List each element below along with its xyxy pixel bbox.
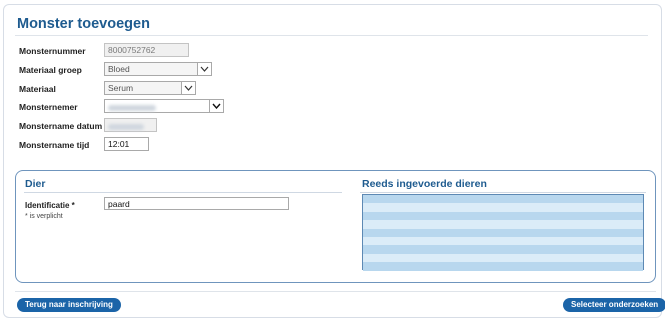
dieren-list-row[interactable] [363, 262, 643, 271]
terug-naar-inschrijving-button[interactable]: Terug naar inschrijving [17, 298, 121, 312]
reeds-ingevoerde-dieren-title: Reeds ingevoerde dieren [362, 178, 487, 190]
materiaal-label: Materiaal [19, 84, 56, 94]
dieren-list-row[interactable] [363, 195, 643, 204]
identificatie-input[interactable]: paard [104, 197, 289, 210]
row-monsternemer: Monsternemer [0, 99, 330, 115]
dier-section: Dier Identificatie * paard * is verplich… [15, 170, 656, 283]
dieren-list-row[interactable] [363, 211, 643, 221]
chevron-down-icon[interactable] [181, 82, 195, 94]
dieren-list-row[interactable] [363, 203, 643, 212]
dier-divider [24, 192, 342, 193]
row-monstername-datum: Monstername datum [0, 118, 330, 134]
dieren-list-row[interactable] [363, 253, 643, 263]
chevron-down-icon[interactable] [209, 100, 223, 112]
monstername-datum-label: Monstername datum [19, 121, 103, 131]
materiaal-value: Serum [108, 83, 134, 93]
required-note: * is verplicht [25, 213, 63, 220]
chevron-down-icon[interactable] [197, 63, 211, 75]
reeds-divider [360, 192, 646, 193]
row-materiaal: Materiaal Serum [0, 81, 330, 97]
monsternemer-label: Monsternemer [19, 102, 78, 112]
row-materiaal-groep: Materiaal groep Bloed [0, 62, 330, 78]
monstername-tijd-label: Monstername tijd [19, 140, 90, 150]
row-monstername-tijd: Monstername tijd 12:01 [0, 137, 330, 153]
identificatie-label: Identificatie * [25, 201, 75, 210]
monsternemer-redacted-value [108, 105, 156, 112]
dieren-list-row[interactable] [363, 245, 643, 254]
ingevoerde-dieren-list [362, 194, 644, 271]
materiaal-groep-value: Bloed [108, 64, 130, 74]
monsternemer-select[interactable] [104, 99, 224, 113]
materiaal-groep-select[interactable]: Bloed [104, 62, 212, 76]
dier-title: Dier [25, 178, 46, 190]
row-monsternummer: Monsternummer 8000752762 [0, 43, 330, 59]
monstername-datum-redacted-value [108, 123, 144, 130]
monsternummer-label: Monsternummer [19, 46, 86, 56]
materiaal-groep-label: Materiaal groep [19, 65, 82, 75]
dieren-list-row[interactable] [363, 220, 643, 229]
monstername-tijd-input[interactable]: 12:01 [104, 137, 149, 151]
monsternummer-field: 8000752762 [104, 43, 189, 57]
monstername-datum-field [104, 118, 157, 132]
bottom-divider [15, 291, 656, 292]
page-title: Monster toevoegen [17, 16, 150, 32]
dieren-list-row[interactable] [363, 228, 643, 237]
title-divider [15, 35, 648, 36]
materiaal-select[interactable]: Serum [104, 81, 196, 95]
dieren-list-row[interactable] [363, 236, 643, 246]
selecteer-onderzoeken-button[interactable]: Selecteer onderzoeken [563, 298, 665, 312]
